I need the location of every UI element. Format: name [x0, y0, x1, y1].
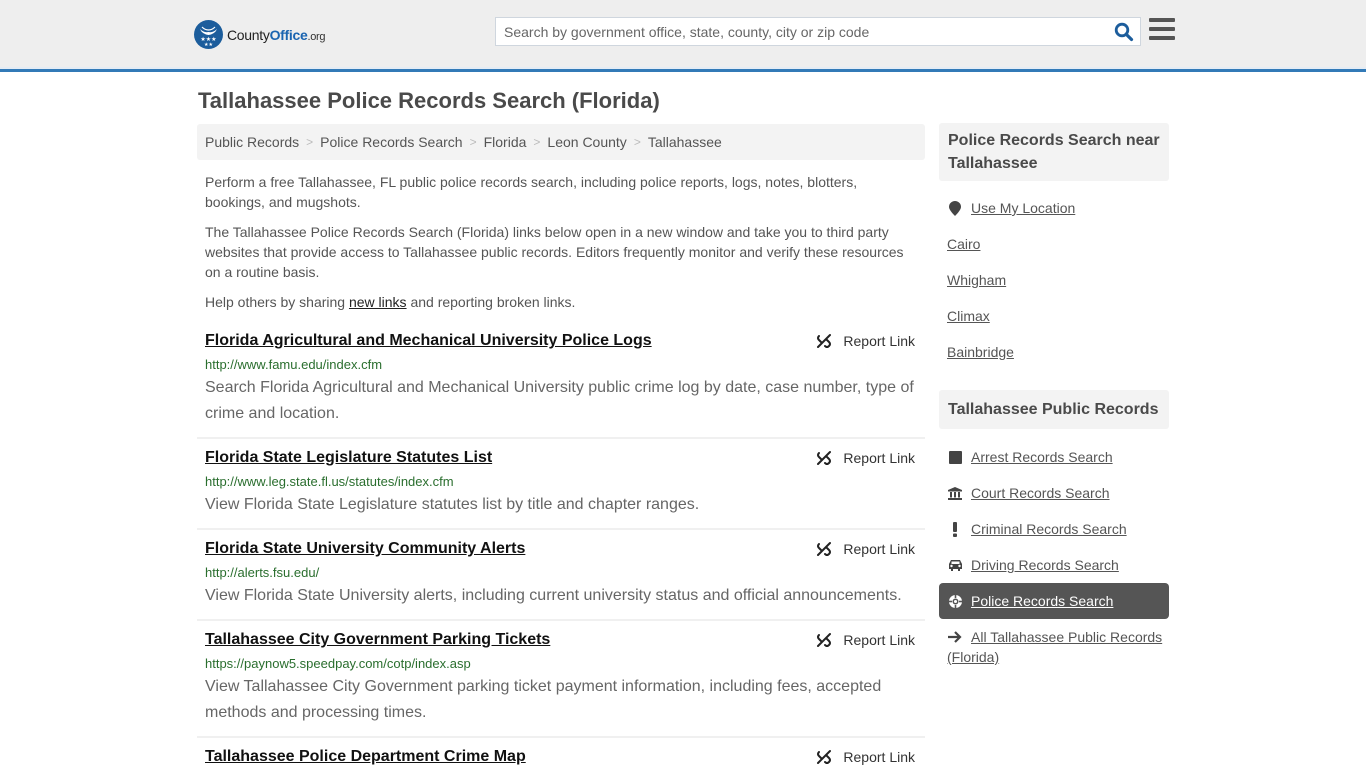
results-list: Florida Agricultural and Mechanical Univ… [197, 322, 925, 778]
result-url: http://www.leg.state.fl.us/statutes/inde… [205, 474, 454, 489]
report-link-button[interactable]: Report Link [816, 538, 915, 560]
result-title-link[interactable]: Florida State University Community Alert… [205, 538, 525, 560]
nearby-list: Use My Location Cairo Whigham Climax Bai… [939, 190, 1169, 370]
arrow-right-icon [947, 629, 963, 645]
sidebar-item-all-public-records[interactable]: All Tallahassee Public Records (Florida) [939, 619, 1169, 667]
result-description: View Tallahassee City Government parking… [205, 678, 882, 721]
breadcrumb-separator: > [633, 135, 641, 149]
broken-link-icon [817, 334, 832, 348]
help-paragraph: Help others by sharing new links and rep… [205, 294, 576, 310]
site-logo[interactable]: ★★★ ★★ CountyOffice.org [194, 20, 326, 49]
sidebar-item-criminal-records[interactable]: Criminal Records Search [939, 511, 1169, 547]
courthouse-icon [947, 485, 963, 501]
logo-text: CountyOffice.org [227, 26, 326, 43]
breadcrumb-police-records-search[interactable]: Police Records Search [320, 134, 462, 150]
result-item: Florida Agricultural and Mechanical Univ… [197, 322, 925, 439]
broken-link-icon [817, 542, 832, 556]
nearby-city-link[interactable]: Bainbridge [947, 344, 1014, 360]
use-my-location-link[interactable]: Use My Location [971, 200, 1075, 216]
nearby-city-link[interactable]: Whigham [947, 272, 1006, 288]
car-icon [947, 557, 963, 573]
result-item: Florida State Legislature Statutes List … [197, 439, 925, 530]
result-url: http://alerts.fsu.edu/ [205, 565, 320, 580]
search-input[interactable] [496, 18, 1106, 45]
breadcrumb: Public Records > Police Records Search >… [197, 124, 925, 160]
result-title-link[interactable]: Florida Agricultural and Mechanical Univ… [205, 330, 652, 352]
map-marker-icon [947, 200, 963, 216]
sidebar-link[interactable]: Criminal Records Search [971, 521, 1127, 537]
broken-link-icon [817, 750, 832, 764]
search-icon [1114, 22, 1134, 42]
breadcrumb-leon-county[interactable]: Leon County [547, 134, 626, 150]
result-description: View Florida State University alerts, in… [205, 587, 902, 604]
nearby-heading: Police Records Search near Tallahassee [939, 123, 1169, 181]
result-url: http://www.famu.edu/index.cfm [205, 357, 383, 372]
broken-link-icon [817, 451, 832, 465]
nearby-city-link[interactable]: Climax [947, 308, 990, 324]
nearby-city-link[interactable]: Cairo [947, 236, 980, 252]
site-header: ★★★ ★★ CountyOffice.org [0, 0, 1366, 72]
sidebar-link[interactable]: Police Records Search [971, 593, 1113, 609]
result-description: Search Florida Agricultural and Mechanic… [205, 379, 914, 422]
nearby-city-item: Cairo [939, 226, 1169, 262]
nearby-city-item: Whigham [939, 262, 1169, 298]
result-title-link[interactable]: Tallahassee Police Department Crime Map [205, 746, 526, 768]
report-link-button[interactable]: Report Link [816, 447, 915, 469]
crosshair-icon [947, 593, 963, 609]
report-link-button[interactable]: Report Link [816, 746, 915, 768]
sidebar-link[interactable]: Arrest Records Search [971, 449, 1113, 465]
eagle-logo-icon: ★★★ ★★ [194, 20, 223, 49]
sidebar-item-police-records[interactable]: Police Records Search [939, 583, 1169, 619]
search-box [495, 17, 1141, 46]
breadcrumb-separator: > [533, 135, 541, 149]
public-records-heading: Tallahassee Public Records [939, 390, 1169, 429]
result-description: View Florida State Legislature statutes … [205, 496, 700, 513]
intro-paragraph: Perform a free Tallahassee, FL public po… [205, 174, 858, 210]
all-public-records-link[interactable]: All Tallahassee Public Records (Florida) [947, 629, 1162, 665]
result-item: Tallahassee City Government Parking Tick… [197, 621, 925, 738]
exclamation-icon [947, 521, 963, 537]
breadcrumb-public-records[interactable]: Public Records [205, 134, 299, 150]
result-title-link[interactable]: Tallahassee City Government Parking Tick… [205, 629, 550, 651]
sidebar-item-driving-records[interactable]: Driving Records Search [939, 547, 1169, 583]
public-records-list: Arrest Records Search Court Records Sear… [939, 439, 1169, 667]
result-item: Tallahassee Police Department Crime Map … [197, 738, 925, 778]
breadcrumb-florida[interactable]: Florida [484, 134, 527, 150]
sidebar-link[interactable]: Court Records Search [971, 485, 1110, 501]
result-title-link[interactable]: Florida State Legislature Statutes List [205, 447, 492, 469]
nearby-city-item: Climax [939, 298, 1169, 334]
nearby-city-item: Bainbridge [939, 334, 1169, 370]
sidebar-item-arrest-records[interactable]: Arrest Records Search [939, 439, 1169, 475]
breadcrumb-separator: > [469, 135, 477, 149]
use-location-item: Use My Location [939, 190, 1169, 226]
sidebar-link[interactable]: Driving Records Search [971, 557, 1119, 573]
breadcrumb-separator: > [306, 135, 314, 149]
breadcrumb-current: Tallahassee [647, 134, 722, 150]
intro-text: Perform a free Tallahassee, FL public po… [197, 172, 925, 312]
search-button[interactable] [1114, 22, 1134, 42]
sidebar: Police Records Search near Tallahassee U… [939, 123, 1169, 667]
main-content: Public Records > Police Records Search >… [197, 124, 925, 778]
new-links-link[interactable]: new links [349, 294, 407, 310]
result-url: https://paynow5.speedpay.com/cotp/index.… [205, 656, 471, 671]
broken-link-icon [817, 633, 832, 647]
page-title: Tallahassee Police Records Search (Flori… [198, 88, 660, 113]
square-icon [947, 449, 963, 465]
report-link-button[interactable]: Report Link [816, 330, 915, 352]
result-item: Florida State University Community Alert… [197, 530, 925, 621]
report-link-button[interactable]: Report Link [816, 629, 915, 651]
sidebar-item-court-records[interactable]: Court Records Search [939, 475, 1169, 511]
svg-text:★★: ★★ [204, 42, 213, 48]
intro-paragraph: The Tallahassee Police Records Search (F… [205, 224, 904, 280]
hamburger-menu-icon[interactable] [1149, 18, 1175, 42]
